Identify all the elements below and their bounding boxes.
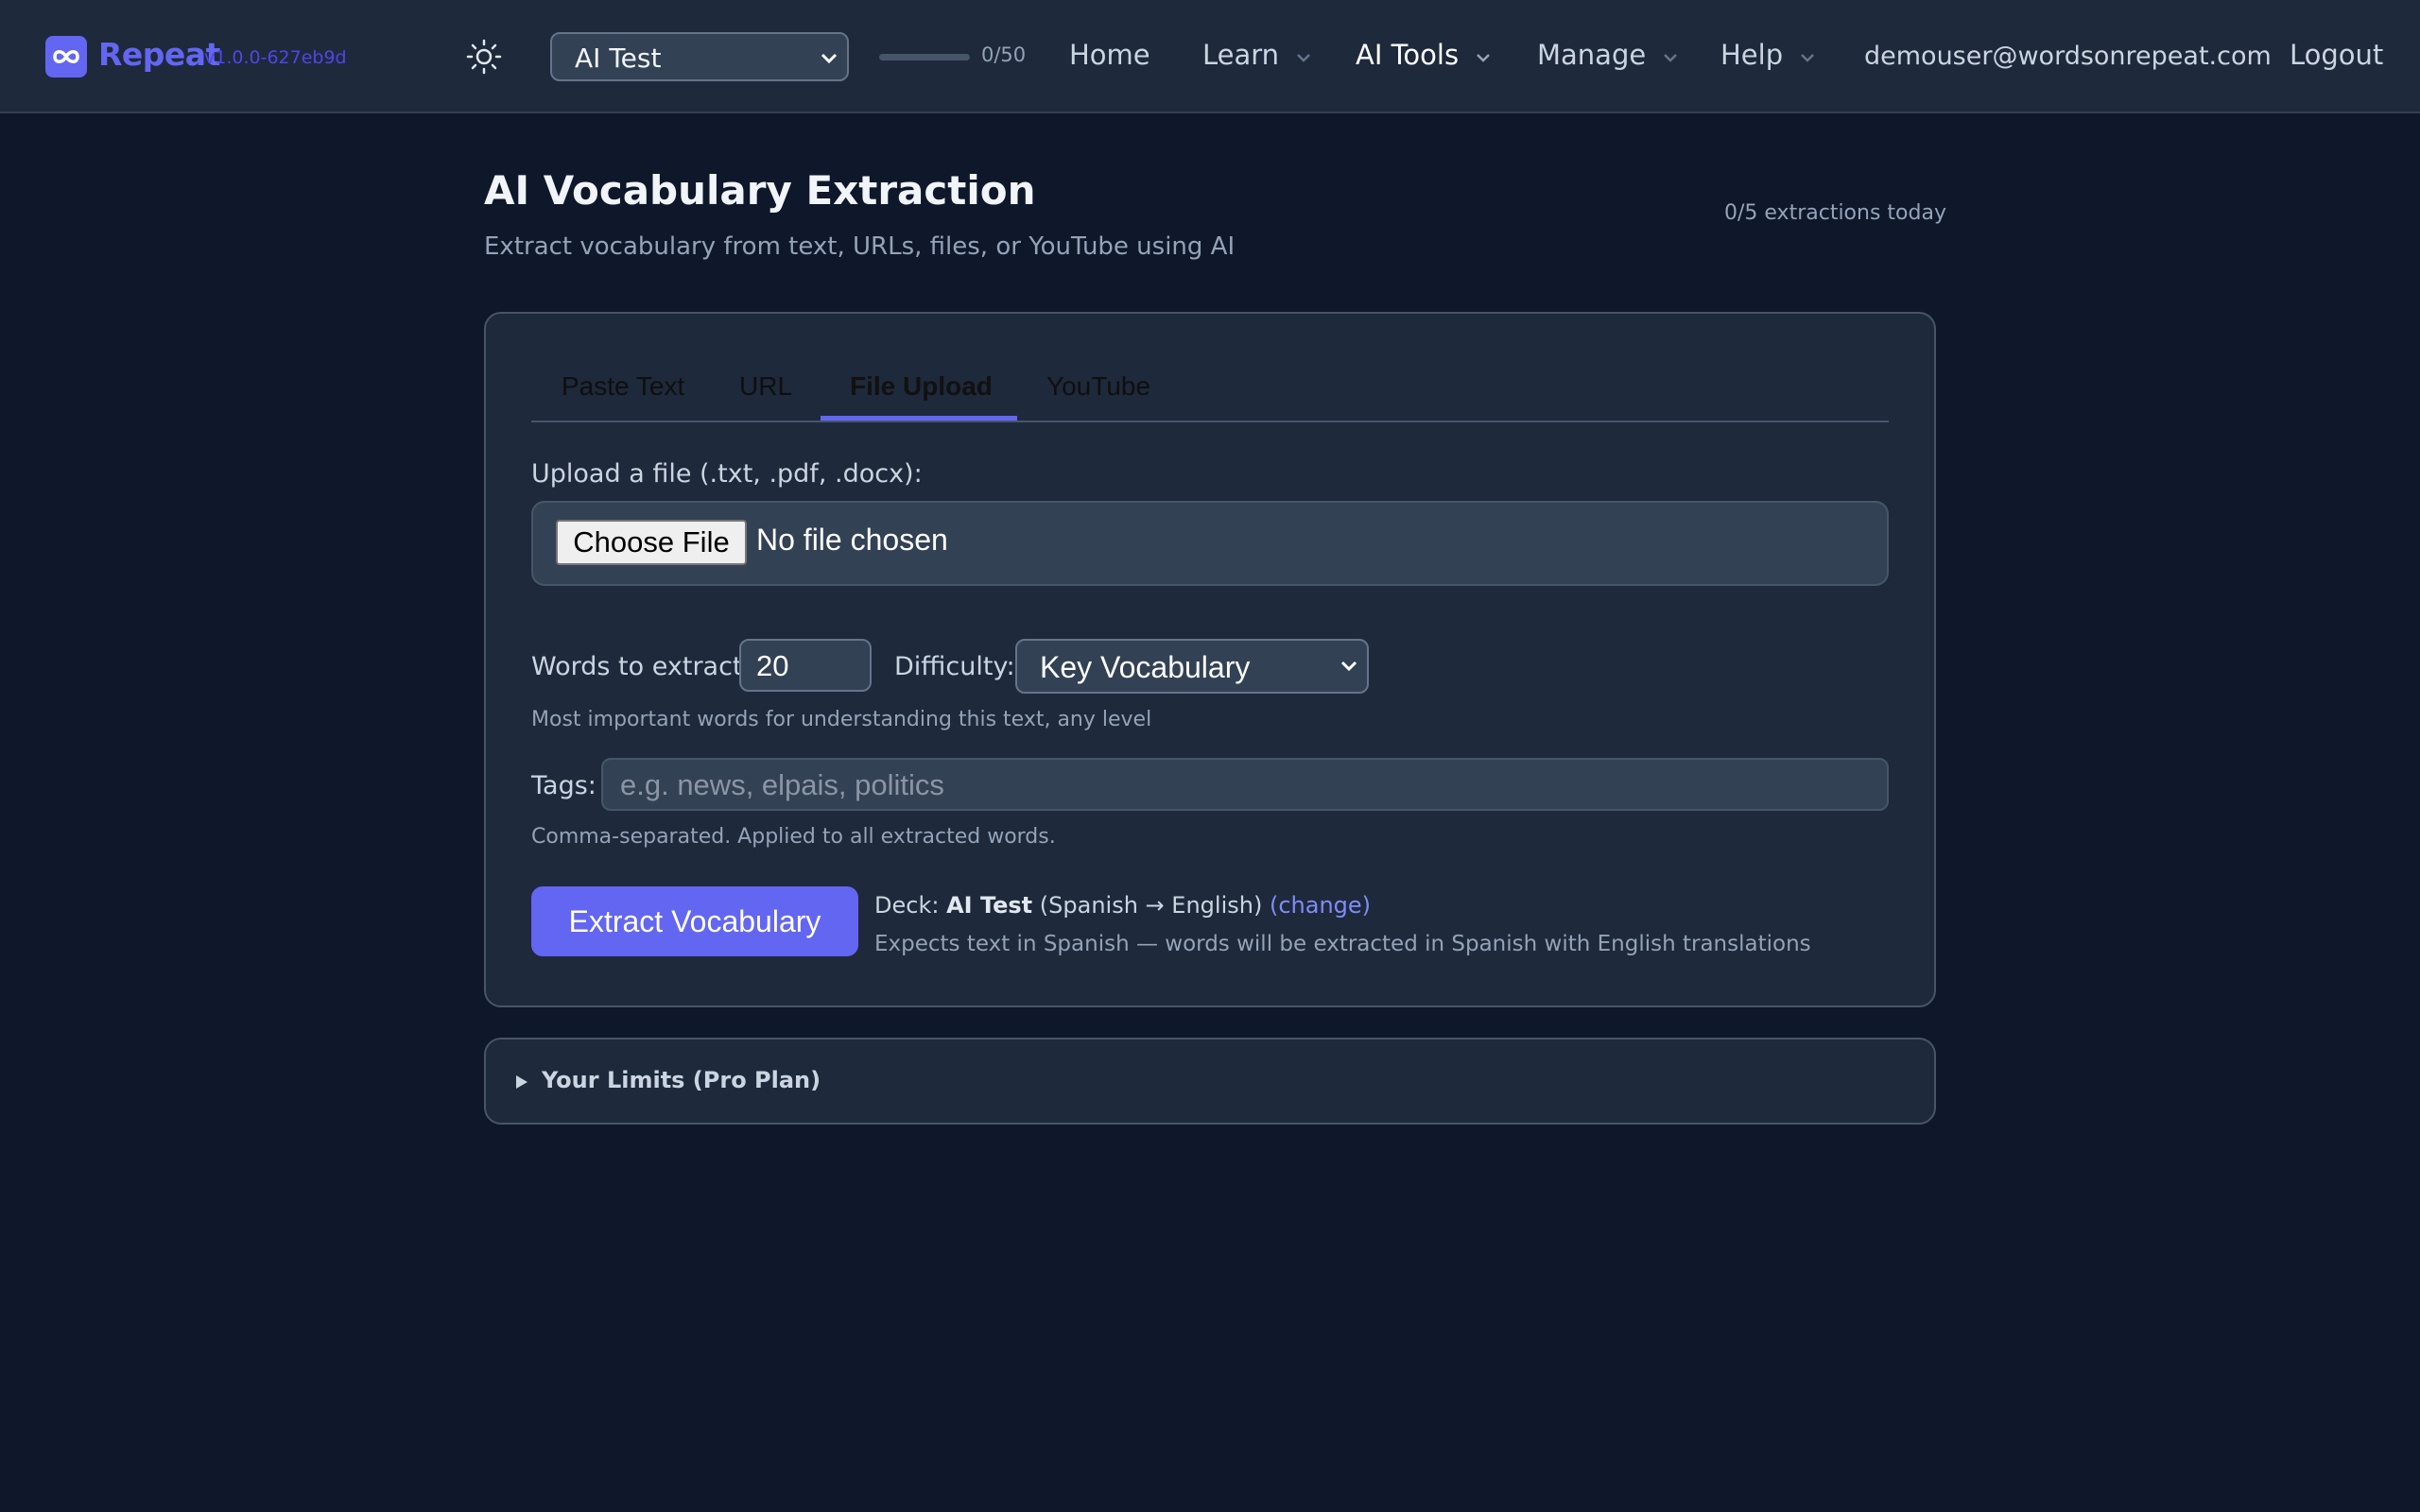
chevron-down-icon — [1339, 655, 1359, 679]
chevron-down-icon — [1662, 41, 1679, 73]
nav-learn[interactable]: Learn — [1202, 39, 1312, 73]
user-email[interactable]: demouser@wordsonrepeat.com — [1864, 42, 2272, 71]
words-to-extract-label: Words to extract: — [531, 652, 752, 681]
chevron-down-icon — [1475, 41, 1492, 73]
tabs-divider — [531, 421, 1889, 422]
your-limits-label[interactable]: Your Limits (Pro Plan) — [542, 1067, 821, 1093]
nav-home[interactable]: Home — [1069, 39, 1150, 71]
nav-manage[interactable]: Manage — [1537, 39, 1679, 73]
tab-youtube[interactable]: YouTube — [1046, 371, 1150, 402]
tab-paste-text[interactable]: Paste Text — [562, 371, 684, 402]
deck-info: Deck: AI Test (Spanish → English) (chang… — [874, 892, 1371, 919]
language-expectation-note: Expects text in Spanish — words will be … — [874, 932, 1811, 956]
tab-file-upload[interactable]: File Upload — [850, 371, 993, 402]
change-deck-link[interactable]: (change) — [1270, 892, 1371, 919]
nav-learn-label: Learn — [1202, 39, 1280, 71]
daily-progress-bar — [879, 54, 970, 60]
extract-vocabulary-button[interactable]: Extract Vocabulary — [531, 886, 858, 956]
deck-name: AI Test — [946, 892, 1033, 919]
chevron-down-icon — [1799, 41, 1816, 73]
deck-prefix: Deck: — [874, 892, 940, 919]
deck-select[interactable]: AI Test — [550, 32, 849, 81]
extraction-quota: 0/5 extractions today — [1724, 201, 1946, 225]
page-title: AI Vocabulary Extraction — [484, 167, 1036, 214]
nav-help-label: Help — [1720, 39, 1784, 71]
difficulty-select[interactable]: Key Vocabulary — [1015, 639, 1369, 694]
logout-button[interactable]: Logout — [2290, 39, 2383, 71]
deck-select-value: AI Test — [575, 43, 662, 74]
sun-icon[interactable] — [465, 38, 503, 79]
nav-ai-tools[interactable]: AI Tools — [1356, 39, 1492, 73]
active-tab-indicator — [821, 416, 1017, 421]
chevron-down-icon — [819, 47, 839, 72]
difficulty-label: Difficulty: — [894, 652, 1015, 681]
difficulty-hint: Most important words for understanding t… — [531, 708, 1152, 731]
version-label: v1.0.0-627eb9d — [204, 47, 347, 68]
tags-input[interactable]: e.g. news, elpais, politics — [601, 758, 1889, 811]
nav-help[interactable]: Help — [1720, 39, 1816, 73]
nav-manage-label: Manage — [1537, 39, 1647, 71]
file-status: No file chosen — [756, 523, 948, 557]
choose-file-button[interactable]: Choose File — [556, 520, 747, 565]
tags-hint: Comma-separated. Applied to all extracte… — [531, 825, 1056, 849]
words-to-extract-input[interactable]: 20 — [739, 639, 872, 692]
difficulty-value: Key Vocabulary — [1040, 650, 1251, 684]
deck-languages: (Spanish → English) — [1039, 892, 1263, 919]
tags-label: Tags: — [531, 771, 596, 800]
tags-placeholder: e.g. news, elpais, politics — [620, 768, 944, 801]
brand-name[interactable]: Repeat — [98, 36, 220, 73]
infinity-icon[interactable] — [45, 36, 87, 77]
page-subtitle: Extract vocabulary from text, URLs, file… — [484, 232, 1236, 261]
daily-progress-text: 0/50 — [981, 43, 1027, 66]
tab-url[interactable]: URL — [739, 371, 792, 402]
nav-ai-tools-label: AI Tools — [1356, 39, 1460, 71]
chevron-down-icon — [1295, 41, 1312, 73]
upload-label: Upload a file (.txt, .pdf, .docx): — [531, 459, 923, 489]
triangle-right-icon[interactable] — [514, 1074, 529, 1094]
words-to-extract-value: 20 — [756, 649, 789, 682]
top-navbar: Repeat v1.0.0-627eb9d AI Test 0/50 Home … — [0, 0, 2420, 113]
